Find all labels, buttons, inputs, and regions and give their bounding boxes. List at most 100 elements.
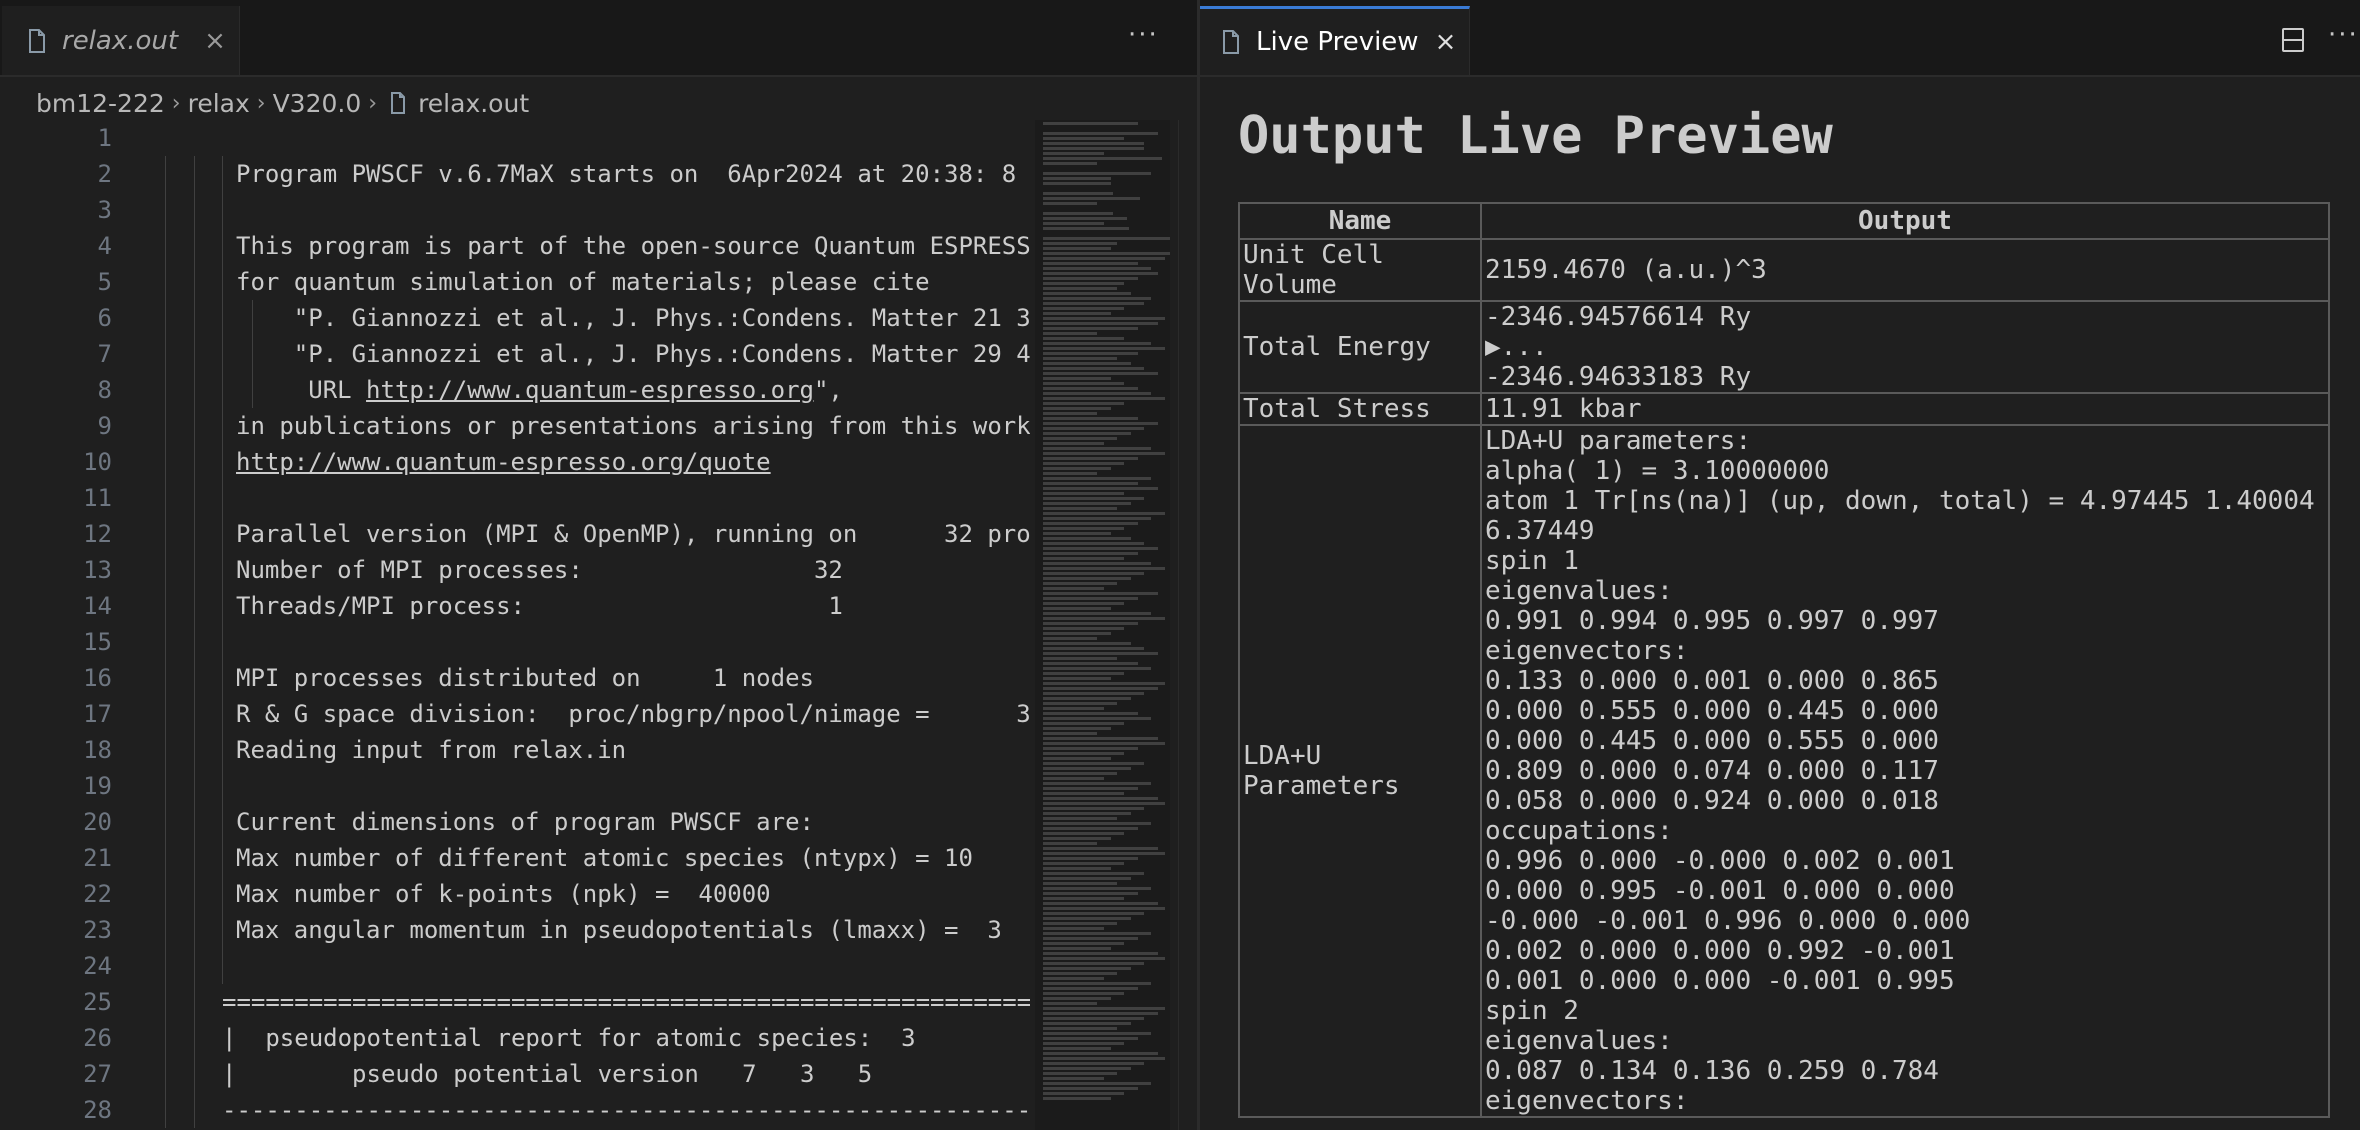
minimap-line: [1043, 447, 1151, 450]
close-icon[interactable]: ×: [1435, 27, 1457, 57]
line-number: 9: [97, 412, 112, 440]
minimap-line: [1043, 907, 1165, 910]
breadcrumb-item[interactable]: relax: [188, 89, 250, 118]
minimap-line: [1043, 822, 1151, 825]
output-line: atom 1 Tr[ns(na)] (up, down, total) = 4.…: [1485, 486, 2315, 516]
tab-live-preview[interactable]: Live Preview ×: [1200, 6, 1470, 75]
url-link[interactable]: http://www.quantum-espresso.org/quote: [236, 448, 771, 476]
line-text: Max number of k-points (npk) = 40000: [236, 880, 771, 908]
minimap-line: [1043, 597, 1138, 600]
table-row: Total Energy -2346.94576614 Ry ▶... -2346.9…: [1238, 300, 2330, 394]
code-line[interactable]: 20 Current dimensions of program PWSCF ar…: [0, 804, 1030, 840]
minimap-line: [1043, 242, 1118, 245]
output-line: 0.996 0.000 -0.000 0.002 0.001: [1485, 846, 1955, 876]
minimap-line: [1043, 1002, 1097, 1005]
output-line: eigenvalues:: [1485, 1026, 1673, 1056]
code-line[interactable]: 28 --------------------------------------…: [0, 1092, 1030, 1128]
line-number: 5: [97, 268, 112, 296]
code-editor[interactable]: 1 2 Program PWSCF v.6.7MaX starts on 6Apr2…: [0, 120, 1030, 1130]
editor-tab-bar: relax.out × ···: [0, 6, 1197, 77]
minimap-line: [1043, 1052, 1158, 1055]
breadcrumb-item[interactable]: bm12-222: [36, 89, 165, 118]
output-line: eigenvectors:: [1485, 636, 1689, 666]
code-line[interactable]: 8 URL http://www.quantum-espresso.org",: [0, 372, 1030, 408]
minimap-line: [1043, 592, 1158, 595]
close-icon[interactable]: ×: [204, 26, 226, 56]
line-text: Max angular momentum in pseudopotentials…: [236, 916, 1002, 944]
expand-details-toggle[interactable]: ▶...: [1485, 332, 2325, 362]
code-line[interactable]: 2 Program PWSCF v.6.7MaX starts on 6Apr20…: [0, 156, 1030, 192]
code-line[interactable]: 27 | pseudo potential version 7 3 5: [0, 1056, 1030, 1092]
code-line[interactable]: 26 | pseudopotential report for atomic sp…: [0, 1020, 1030, 1056]
code-line[interactable]: 16 MPI processes distributed on 1 nodes: [0, 660, 1030, 696]
minimap-line: [1043, 707, 1104, 710]
line-text: URL http://www.quantum-espresso.org",: [236, 372, 843, 408]
code-line[interactable]: 25 ======================================…: [0, 984, 1030, 1020]
minimap-line: [1043, 1092, 1124, 1095]
minimap-line: [1043, 642, 1131, 645]
minimap-line: [1043, 612, 1151, 615]
code-line[interactable]: 18 Reading input from relax.in: [0, 732, 1030, 768]
code-line[interactable]: 9 in publications or presentations arisin…: [0, 408, 1030, 444]
line-number: 18: [83, 736, 112, 764]
code-line[interactable]: 10 http://www.quantum-espresso.org/quote: [0, 444, 1030, 480]
code-line[interactable]: 4 This program is part of the open-source…: [0, 228, 1030, 264]
line-text: ========================================…: [222, 988, 1030, 1016]
output-line: eigenvectors:: [1485, 1086, 1689, 1116]
minimap-line: [1043, 467, 1111, 470]
code-line[interactable]: 24: [0, 948, 1030, 984]
output-line: 0.991 0.994 0.995 0.997 0.997: [1485, 606, 1939, 636]
code-line[interactable]: 19: [0, 768, 1030, 804]
minimap-line: [1043, 277, 1138, 280]
code-line[interactable]: 21 Max number of different atomic species…: [0, 840, 1030, 876]
minimap-line: [1043, 1012, 1158, 1015]
output-line: spin 1: [1485, 546, 1579, 576]
minimap-line: [1043, 692, 1145, 695]
line-text: ----------------------------------------…: [222, 1096, 1030, 1124]
code-line[interactable]: 13 Number of MPI processes: 32: [0, 552, 1030, 588]
minimap-line: [1043, 982, 1151, 985]
code-line[interactable]: 17 R & G space division: proc/nbgrp/npool…: [0, 696, 1030, 732]
line-number: 1: [97, 124, 112, 152]
line-number: 7: [97, 340, 112, 368]
code-line[interactable]: 6 "P. Giannozzi et al., J. Phys.:Condens…: [0, 300, 1030, 336]
code-line[interactable]: 14 Threads/MPI process: 1: [0, 588, 1030, 624]
code-line[interactable]: 3: [0, 192, 1030, 228]
minimap-line: [1043, 442, 1104, 445]
line-number: 3: [97, 196, 112, 224]
minimap-line: [1043, 767, 1131, 770]
more-actions-icon[interactable]: ···: [1128, 20, 1159, 50]
vertical-scrollbar[interactable]: [1178, 120, 1193, 1130]
line-text: "P. Giannozzi et al., J. Phys.:Condens. …: [293, 340, 1030, 368]
minimap-line: [1043, 887, 1151, 890]
url-link[interactable]: http://www.quantum-espresso.org: [366, 376, 814, 404]
minimap-line: [1043, 512, 1165, 515]
output-line: occupations:: [1485, 816, 1673, 846]
minimap-line: [1043, 252, 1170, 255]
code-line[interactable]: 15: [0, 624, 1030, 660]
minimap-line: [1043, 547, 1158, 550]
code-line[interactable]: 22 Max number of k-points (npk) = 40000: [0, 876, 1030, 912]
tab-relax-out[interactable]: relax.out ×: [2, 6, 240, 75]
code-line[interactable]: 12 Parallel version (MPI & OpenMP), runni…: [0, 516, 1030, 552]
code-line[interactable]: 5 for quantum simulation of materials; pl…: [0, 264, 1030, 300]
code-line[interactable]: 7 "P. Giannozzi et al., J. Phys.:Condens…: [0, 336, 1030, 372]
breadcrumb-item[interactable]: V320.0: [273, 89, 362, 118]
code-line[interactable]: 1: [0, 120, 1030, 156]
line-number: 24: [83, 952, 112, 980]
split-editor-icon[interactable]: [2282, 28, 2304, 52]
breadcrumb-item[interactable]: relax.out: [418, 89, 529, 118]
minimap-line: [1043, 1082, 1151, 1085]
line-text-segment: URL: [236, 376, 367, 404]
line-number: 13: [83, 556, 112, 584]
more-actions-icon[interactable]: ···: [2328, 20, 2359, 50]
minimap-line: [1043, 1007, 1165, 1010]
minimap[interactable]: [1035, 120, 1170, 1130]
minimap-line: [1043, 1062, 1145, 1065]
code-line[interactable]: 23 Max angular momentum in pseudopotentia…: [0, 912, 1030, 948]
code-line[interactable]: 11: [0, 480, 1030, 516]
minimap-line: [1043, 702, 1118, 705]
minimap-line: [1043, 1077, 1104, 1080]
output-line: -2346.94633183 Ry: [1485, 362, 1752, 392]
line-text: for quantum simulation of materials; ple…: [236, 268, 930, 296]
